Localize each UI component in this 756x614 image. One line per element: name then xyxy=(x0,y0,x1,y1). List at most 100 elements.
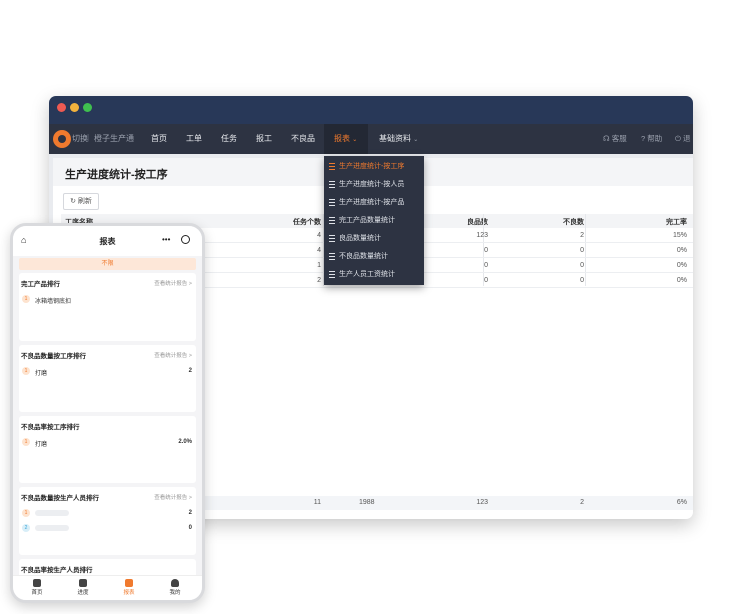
nav-item-home[interactable]: 首页 xyxy=(151,133,167,144)
refresh-button[interactable]: ↻ 刷新 xyxy=(63,193,99,210)
menu-item-good-count[interactable]: 良品数量统计 xyxy=(329,233,381,243)
minimize-window-button[interactable] xyxy=(70,103,79,112)
cell-defect: 0 xyxy=(580,277,584,284)
cell-task-count: 2 xyxy=(317,277,321,284)
window-titlebar xyxy=(49,96,693,124)
view-report-link[interactable]: 查看统计报告 > xyxy=(154,493,192,501)
card-defects-by-process: 不良品数量按工序排行 查看统计报告 > 1 打磨 2 xyxy=(19,345,196,412)
progress-icon xyxy=(79,579,87,587)
rank-badge: 1 xyxy=(22,295,30,303)
tab-progress[interactable]: 进度 xyxy=(63,579,103,596)
cell-defect: 0 xyxy=(580,262,584,269)
cell-good: 0 xyxy=(484,277,488,284)
rank-badge: 1 xyxy=(22,509,30,517)
rank-badge: 1 xyxy=(22,438,30,446)
headset-icon: ☊ xyxy=(603,134,610,143)
item-value: 0 xyxy=(188,525,192,531)
nav-customer-service[interactable]: ☊ 客服 xyxy=(603,133,627,144)
maximize-window-button[interactable] xyxy=(83,103,92,112)
tab-home[interactable]: 首页 xyxy=(17,579,57,596)
cell-defect: 2 xyxy=(580,232,584,239)
switch-button[interactable]: 切换 xyxy=(72,133,88,144)
divider: | xyxy=(87,133,90,142)
cell-task-count: 4 xyxy=(317,232,321,239)
reports-dropdown-menu: 生产进度统计-按工序 生产进度统计-按人员 生产进度统计-按产品 完工产品数量统… xyxy=(324,156,424,285)
rank-badge: 2 xyxy=(22,524,30,532)
item-name: 冰箱墙钢底扣 xyxy=(35,299,72,305)
card-title: 完工产品排行 xyxy=(21,281,60,288)
cell-completion-rate: 15% xyxy=(672,232,687,239)
item-name: 打磨 xyxy=(35,442,48,448)
cell-good: 123 xyxy=(476,232,488,239)
chevron-down-icon: ⌄ xyxy=(413,137,419,143)
tab-mine[interactable]: 我的 xyxy=(155,579,195,596)
tab-reports[interactable]: 报表 xyxy=(109,579,149,596)
card-title: 不良品率按生产人员排行 xyxy=(21,567,93,574)
card-title: 不良品率按工序排行 xyxy=(21,424,80,431)
cell-completion-rate: 0% xyxy=(676,247,687,254)
menu-item-defect-count[interactable]: 不良品数量统计 xyxy=(329,251,388,261)
nav-item-defects[interactable]: 不良品 xyxy=(291,133,315,144)
mobile-page-title: 报表 xyxy=(99,237,116,246)
item-name-placeholder xyxy=(35,510,69,516)
menu-item-progress-by-process[interactable]: 生产进度统计-按工序 xyxy=(329,161,404,171)
list-icon xyxy=(329,216,335,224)
user-icon xyxy=(171,579,179,587)
cell-defect: 0 xyxy=(580,247,584,254)
filter-banner[interactable]: 不限 xyxy=(19,258,196,270)
mobile-header: ⌂ 报表 ••• xyxy=(13,226,202,256)
power-icon: ⏻ xyxy=(675,134,681,143)
view-report-link[interactable]: 查看统计报告 > xyxy=(154,279,192,287)
nav-item-reports[interactable]: 报表 ⌄ xyxy=(334,133,357,144)
card-title: 不良品数量按生产人员排行 xyxy=(21,495,99,502)
brand-name: 橙子生产通 xyxy=(94,134,134,143)
nav-item-workorder[interactable]: 工单 xyxy=(186,133,202,144)
cell-good: 0 xyxy=(484,247,488,254)
list-icon xyxy=(329,198,335,206)
menu-item-wage-stats[interactable]: 生产人员工资统计 xyxy=(329,269,395,279)
total-completion-rate: 6% xyxy=(676,499,687,506)
item-value: 2 xyxy=(188,510,192,516)
nav-item-report-work[interactable]: 报工 xyxy=(256,133,272,144)
total-quantity: 1988 xyxy=(359,499,375,506)
refresh-icon: ↻ xyxy=(70,198,76,205)
menu-item-progress-by-staff[interactable]: 生产进度统计-按人员 xyxy=(329,179,404,189)
nav-help[interactable]: ? 帮助 xyxy=(641,133,662,144)
target-icon[interactable] xyxy=(181,235,190,244)
item-value: 2.0% xyxy=(178,439,192,445)
card-finished-products: 完工产品排行 查看统计报告 > 1 冰箱墙钢底扣 xyxy=(19,273,196,341)
list-icon xyxy=(329,162,335,170)
nav-item-basic-data[interactable]: 基础资料 ⌄ xyxy=(379,133,418,144)
help-icon: ? xyxy=(641,134,646,143)
nav-item-task[interactable]: 任务 xyxy=(221,133,237,144)
brand-logo-icon xyxy=(53,130,71,148)
item-name: 打磨 xyxy=(35,371,48,377)
col-header-defect: 不良数 xyxy=(563,219,584,226)
col-divider xyxy=(585,214,586,286)
list-icon xyxy=(329,252,335,260)
cell-good: 0 xyxy=(484,262,488,269)
menu-item-finished-product-count[interactable]: 完工产品数量统计 xyxy=(329,215,395,225)
more-icon[interactable]: ••• xyxy=(162,235,170,244)
mobile-device: ⌂ 报表 ••• 不限 完工产品排行 查看统计报告 > 1 冰箱墙钢底扣 不良品… xyxy=(10,223,205,603)
col-header-completion-rate: 完工率 xyxy=(666,219,687,226)
cell-task-count: 4 xyxy=(317,247,321,254)
col-header-good: 良品数 xyxy=(467,219,488,226)
top-navbar: 切换 | 橙子生产通 首页 工单 任务 报工 不良品 报表 ⌄ 基础资料 ⌄ ☊… xyxy=(49,124,693,154)
list-icon xyxy=(329,234,335,242)
chart-icon xyxy=(125,579,133,587)
list-icon xyxy=(329,180,335,188)
home-icon xyxy=(33,579,41,587)
close-window-button[interactable] xyxy=(57,103,66,112)
item-name-placeholder xyxy=(35,525,69,531)
view-report-link[interactable]: 查看统计报告 > xyxy=(154,351,192,359)
cell-task-count: 1 xyxy=(317,262,321,269)
chevron-down-icon: ⌄ xyxy=(352,137,358,143)
nav-logout[interactable]: ⏻ 退 xyxy=(675,133,691,144)
mobile-tab-bar: 首页 进度 报表 我的 xyxy=(13,575,202,600)
card-defects-by-staff: 不良品数量按生产人员排行 查看统计报告 > 1 2 2 0 xyxy=(19,487,196,555)
item-value: 2 xyxy=(188,368,192,374)
list-icon xyxy=(329,270,335,278)
menu-item-progress-by-product[interactable]: 生产进度统计-按产品 xyxy=(329,197,404,207)
col-header-task-count: 任务个数 xyxy=(293,219,321,226)
